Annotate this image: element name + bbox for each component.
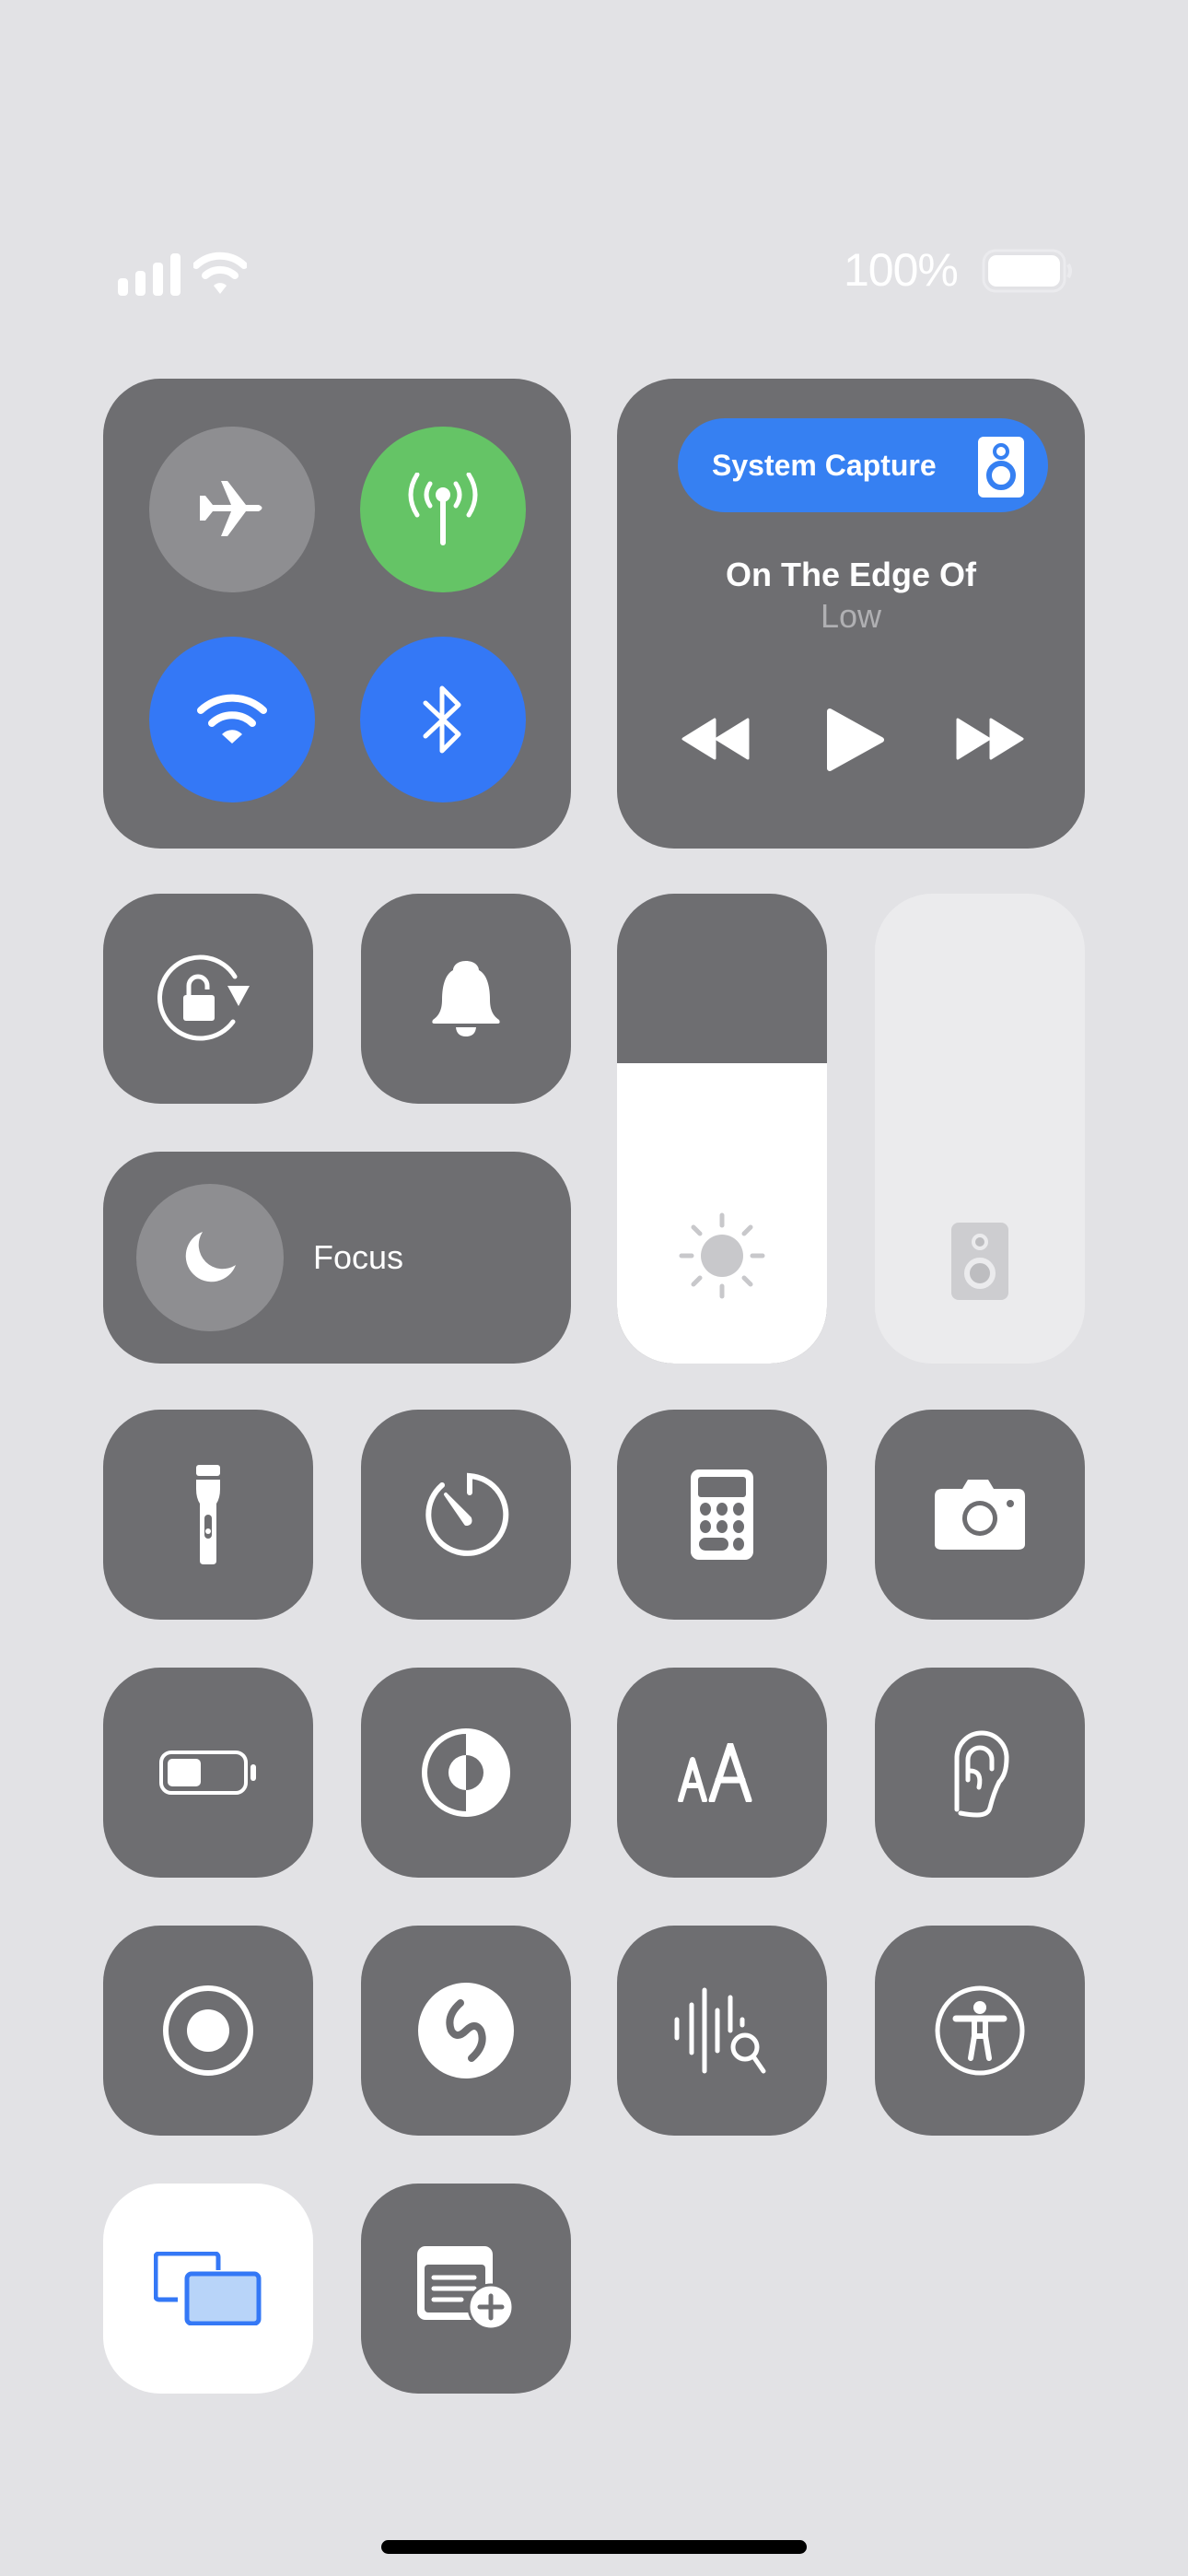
shazam-icon — [418, 1983, 514, 2078]
text-size-button[interactable] — [617, 1668, 827, 1878]
music-recognition-button[interactable] — [361, 1926, 571, 2136]
timer-button[interactable] — [361, 1410, 571, 1620]
airplane-mode-toggle[interactable] — [149, 427, 315, 592]
accessibility-icon — [935, 1985, 1025, 2076]
volume-slider[interactable] — [875, 894, 1085, 1364]
speaker-icon — [951, 1223, 1008, 1300]
calculator-icon — [691, 1469, 753, 1560]
calculator-button[interactable] — [617, 1410, 827, 1620]
silent-mode-button[interactable] — [361, 894, 571, 1104]
focus-icon-circle — [136, 1184, 284, 1331]
screen-recording-button[interactable] — [103, 1926, 313, 2136]
focus-label: Focus — [313, 1238, 404, 1276]
airplane-icon — [200, 481, 262, 536]
hearing-button[interactable] — [875, 1668, 1085, 1878]
dark-mode-button[interactable] — [361, 1668, 571, 1878]
bluetooth-icon — [423, 685, 461, 754]
ear-icon — [954, 1730, 1009, 1818]
rotation-lock-icon — [157, 954, 250, 1041]
battery-icon — [982, 249, 1072, 293]
sound-recognition-button[interactable] — [617, 1926, 827, 2136]
song-title: On The Edge Of — [725, 556, 976, 593]
home-indicator[interactable] — [381, 2540, 807, 2554]
moon-icon — [185, 1232, 236, 1282]
sound-recognition-icon — [674, 1987, 766, 2074]
sun-icon — [679, 1212, 765, 1299]
brightness-slider[interactable] — [617, 894, 827, 1364]
screen-mirroring-icon — [154, 2252, 262, 2325]
orientation-lock-button[interactable] — [103, 894, 313, 1104]
focus-button[interactable]: Focus — [103, 1152, 571, 1364]
audio-output-label: System Capture — [712, 448, 937, 482]
cellular-data-toggle[interactable] — [360, 427, 526, 592]
text-size-icon — [678, 1743, 752, 1802]
quick-note-icon — [417, 2246, 515, 2331]
audio-output-button[interactable]: System Capture — [678, 418, 1048, 512]
speaker-icon — [978, 437, 1024, 498]
battery-icon — [159, 1751, 256, 1795]
appearance-icon — [422, 1728, 510, 1817]
wifi-icon — [197, 694, 267, 744]
rewind-icon[interactable] — [681, 718, 751, 760]
song-artist: Low — [820, 597, 882, 635]
flashlight-button[interactable] — [103, 1410, 313, 1620]
wifi-icon — [193, 252, 247, 294]
low-power-mode-button[interactable] — [103, 1668, 313, 1878]
timer-icon — [425, 1472, 509, 1556]
record-icon — [163, 1985, 253, 2076]
accessibility-shortcut-button[interactable] — [875, 1926, 1085, 2136]
bell-icon — [432, 961, 500, 1036]
camera-icon — [935, 1480, 1025, 1550]
cellular-signal-icon — [118, 253, 181, 296]
quick-note-button[interactable] — [361, 2184, 571, 2394]
connectivity-module — [103, 379, 571, 849]
flashlight-icon — [196, 1465, 220, 1564]
bluetooth-toggle[interactable] — [360, 637, 526, 802]
screen-mirroring-button[interactable] — [103, 2184, 313, 2394]
battery-percent: 100% — [844, 244, 959, 296]
antenna-icon — [408, 473, 478, 545]
wifi-toggle[interactable] — [149, 637, 315, 802]
now-playing-module: System Capture On The Edge Of Low — [617, 379, 1085, 849]
camera-button[interactable] — [875, 1410, 1085, 1620]
play-icon[interactable] — [826, 708, 885, 772]
fast-forward-icon[interactable] — [954, 718, 1024, 760]
